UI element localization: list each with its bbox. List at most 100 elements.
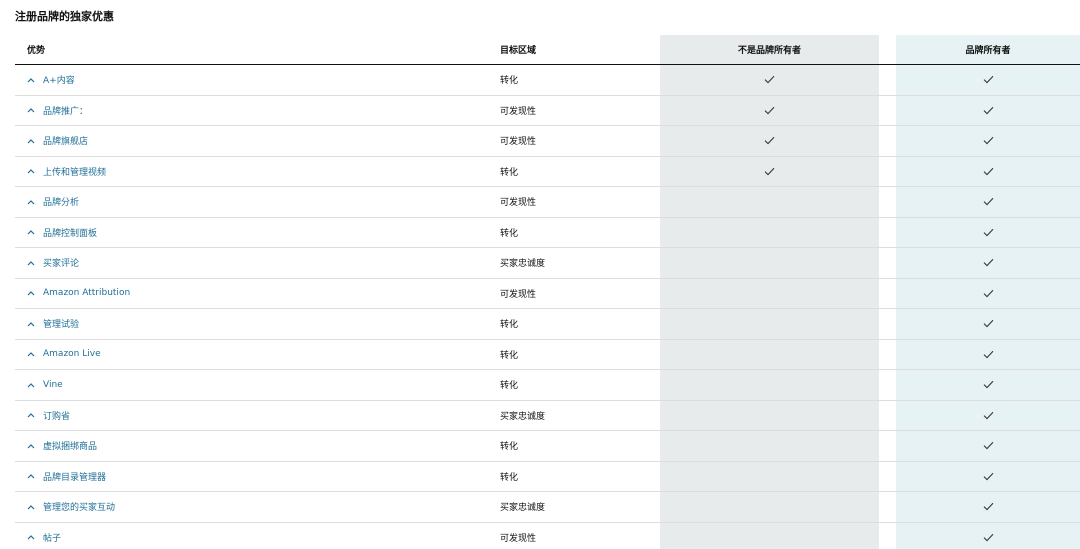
checkmark-icon <box>983 289 994 298</box>
table-row[interactable]: 订购省 买家忠诚度 <box>15 401 1080 431</box>
benefit-toggle[interactable]: Amazon Attribution <box>27 279 130 309</box>
header-benefit: 优势 <box>27 46 46 56</box>
header-non-owner: 不是品牌所有者 <box>737 46 801 56</box>
benefit-label: 订购省 <box>43 411 71 422</box>
chevron-up-icon <box>27 168 37 174</box>
checkmark-icon <box>983 411 994 420</box>
table-body: A+内容 转化 品牌推广： 可发现性 品牌旗舰店 可发现性 上传和管理视频 转化 品牌分析 可发现… <box>15 65 1080 549</box>
target-area: 转化 <box>500 228 519 239</box>
checkmark-icon <box>983 106 994 115</box>
chevron-up-icon <box>27 382 37 388</box>
checkmark-icon <box>983 136 994 145</box>
owner-cell <box>896 462 1080 492</box>
benefit-toggle[interactable]: 品牌旗舰店 <box>27 126 88 156</box>
chevron-up-icon <box>27 77 37 83</box>
table-row[interactable]: A+内容 转化 <box>15 65 1080 96</box>
target-area: 转化 <box>500 76 519 87</box>
target-area: 可发现性 <box>500 289 537 300</box>
target-area: 转化 <box>500 320 519 331</box>
non-owner-cell <box>660 401 879 431</box>
benefit-toggle[interactable]: 上传和管理视频 <box>27 157 106 187</box>
chevron-up-icon <box>27 504 37 510</box>
non-owner-cell <box>660 370 879 400</box>
non-owner-cell <box>660 126 879 156</box>
target-area: 转化 <box>500 472 519 483</box>
table-row[interactable]: Vine 转化 <box>15 370 1080 401</box>
checkmark-icon <box>764 167 775 176</box>
benefit-toggle[interactable]: 品牌控制面板 <box>27 218 97 248</box>
owner-cell <box>896 340 1080 370</box>
page: 注册品牌的独家优惠 优势 目标区域 不是品牌所有者 品牌所有者 A+内容 转化 品牌… <box>0 0 1080 549</box>
header-owner: 品牌所有者 <box>965 46 1011 56</box>
benefit-toggle[interactable]: A+内容 <box>27 65 75 95</box>
benefit-label: 品牌控制面板 <box>43 228 98 239</box>
checkmark-icon <box>983 350 994 359</box>
benefit-label: 品牌目录管理器 <box>43 472 107 483</box>
table-row[interactable]: 品牌控制面板 转化 <box>15 218 1080 248</box>
benefit-toggle[interactable]: 管理试验 <box>27 309 79 339</box>
owner-cell <box>896 157 1080 187</box>
benefit-toggle[interactable]: 品牌推广： <box>27 96 88 126</box>
checkmark-icon <box>983 502 994 511</box>
checkmark-icon <box>983 167 994 176</box>
non-owner-cell <box>660 218 879 248</box>
table-row[interactable]: Amazon Attribution 可发现性 <box>15 279 1080 309</box>
benefit-label: 帖子 <box>43 533 62 544</box>
target-area: 转化 <box>500 381 519 392</box>
benefits-table: 优势 目标区域 不是品牌所有者 品牌所有者 A+内容 转化 品牌推广： 可发现性 品牌旗… <box>15 35 1080 549</box>
owner-cell <box>896 218 1080 248</box>
benefit-label: 品牌推广： <box>43 106 89 117</box>
target-area: 可发现性 <box>500 198 537 209</box>
non-owner-cell <box>660 523 879 549</box>
owner-cell <box>896 401 1080 431</box>
target-area: 转化 <box>500 167 519 178</box>
table-row[interactable]: 管理您的买家互动 买家忠诚度 <box>15 492 1080 523</box>
table-row[interactable]: 管理试验 转化 <box>15 309 1080 340</box>
owner-cell <box>896 126 1080 156</box>
owner-cell <box>896 96 1080 126</box>
table-row[interactable]: 品牌分析 可发现性 <box>15 187 1080 218</box>
benefit-toggle[interactable]: 帖子 <box>27 523 61 549</box>
table-row[interactable]: 品牌目录管理器 转化 <box>15 462 1080 492</box>
owner-cell <box>896 187 1080 217</box>
target-area: 买家忠诚度 <box>500 503 546 514</box>
table-row[interactable]: 品牌旗舰店 可发现性 <box>15 126 1080 157</box>
checkmark-icon <box>983 258 994 267</box>
non-owner-cell <box>660 279 879 309</box>
non-owner-cell <box>660 492 879 522</box>
benefit-toggle[interactable]: Vine <box>27 370 63 400</box>
benefit-label: 品牌分析 <box>43 198 80 209</box>
table-row[interactable]: 品牌推广： 可发现性 <box>15 96 1080 126</box>
benefit-toggle[interactable]: 买家评论 <box>27 248 79 278</box>
checkmark-icon <box>983 197 994 206</box>
benefit-toggle[interactable]: 订购省 <box>27 401 70 431</box>
table-header: 优势 目标区域 不是品牌所有者 品牌所有者 <box>15 35 1080 65</box>
non-owner-cell <box>660 309 879 339</box>
benefit-toggle[interactable]: 品牌目录管理器 <box>27 462 106 492</box>
table-row[interactable]: 买家评论 买家忠诚度 <box>15 248 1080 279</box>
owner-cell <box>896 523 1080 549</box>
table-row[interactable]: Amazon Live 转化 <box>15 340 1080 370</box>
header-target-area: 目标区域 <box>500 46 537 56</box>
table-row[interactable]: 上传和管理视频 转化 <box>15 157 1080 187</box>
benefit-toggle[interactable]: 管理您的买家互动 <box>27 492 115 522</box>
benefit-toggle[interactable]: 虚拟捆绑商品 <box>27 431 97 461</box>
benefit-toggle[interactable]: 品牌分析 <box>27 187 79 217</box>
table-row[interactable]: 帖子 可发现性 <box>15 523 1080 549</box>
owner-cell <box>896 309 1080 339</box>
benefit-label: Amazon Live <box>43 349 101 360</box>
chevron-up-icon <box>27 138 37 144</box>
chevron-up-icon <box>27 290 37 296</box>
benefit-toggle[interactable]: Amazon Live <box>27 340 101 370</box>
checkmark-icon <box>983 380 994 389</box>
non-owner-cell <box>660 65 879 95</box>
benefit-label: 管理您的买家互动 <box>43 503 116 514</box>
chevron-up-icon <box>27 260 37 266</box>
chevron-up-icon <box>27 351 37 357</box>
benefit-label: 品牌旗舰店 <box>43 137 89 148</box>
chevron-up-icon <box>27 473 37 479</box>
table-row[interactable]: 虚拟捆绑商品 转化 <box>15 431 1080 462</box>
benefit-label: 上传和管理视频 <box>43 167 107 178</box>
target-area: 可发现性 <box>500 533 537 544</box>
non-owner-cell <box>660 96 879 126</box>
